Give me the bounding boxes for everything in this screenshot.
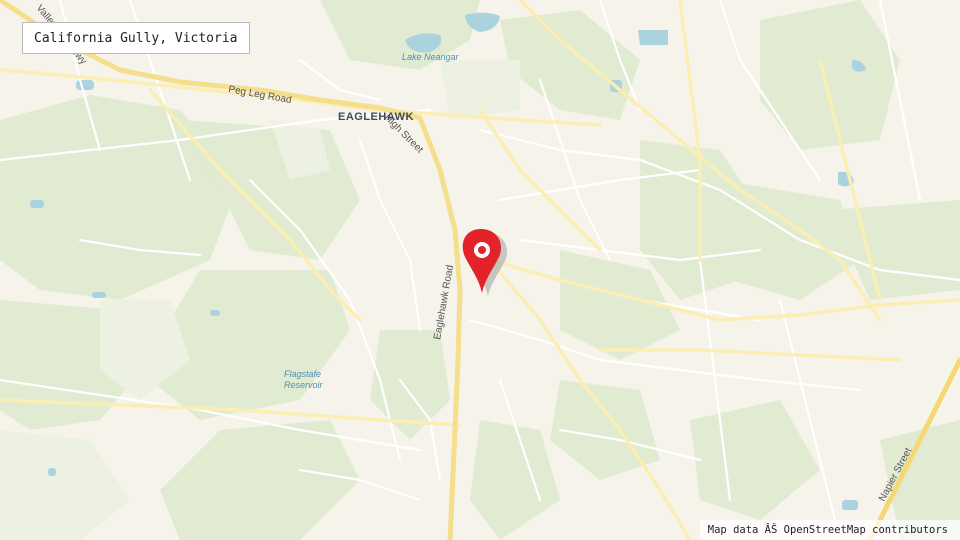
map-canvas[interactable]: Peg Leg Road High Street Eaglehawk Road … bbox=[0, 0, 960, 540]
suburb-label-eaglehawk: EAGLEHAWK bbox=[338, 111, 414, 123]
water-label-reservoir-line2: Reservoir bbox=[284, 380, 324, 390]
map-attribution[interactable]: Map data ÂŠ OpenStreetMap contributors bbox=[699, 520, 960, 540]
water-label-reservoir-line1: Flagstafe bbox=[284, 369, 321, 379]
location-title: California Gully, Victoria bbox=[22, 22, 250, 54]
water-label-lake-neangar: Lake Neangar bbox=[402, 52, 460, 62]
